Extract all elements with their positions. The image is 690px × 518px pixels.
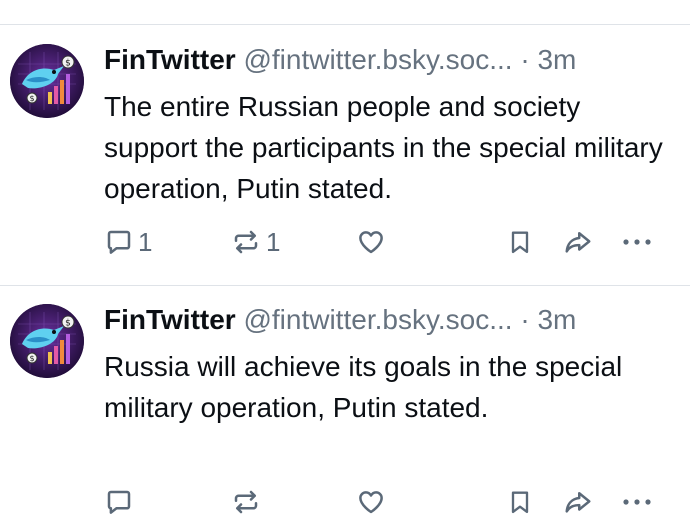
author-name[interactable]: FinTwitter [104, 44, 236, 75]
reply-icon [107, 230, 131, 254]
avatar[interactable]: $ $ [10, 304, 84, 378]
post-header: FinTwitter @fintwitter.bsky.soc... · 3m [104, 40, 680, 80]
share-icon [565, 492, 591, 513]
svg-text:$: $ [65, 319, 71, 329]
reply-count: 1 [138, 227, 153, 257]
author-handle[interactable]: @fintwitter.bsky.soc... [243, 304, 512, 335]
separator: · [520, 304, 530, 335]
more-icon [623, 499, 651, 505]
post-text: The entire Russian people and society su… [104, 91, 663, 204]
timestamp[interactable]: 3m [537, 304, 576, 335]
share-icon [565, 232, 591, 253]
repost-button[interactable] [230, 482, 266, 518]
bookmark-button[interactable] [506, 482, 534, 518]
post-actions [0, 482, 690, 518]
svg-text:$: $ [29, 354, 34, 363]
more-button[interactable] [620, 222, 654, 262]
bookmark-icon [511, 231, 529, 254]
bookmark-icon [511, 491, 529, 514]
like-button[interactable] [356, 222, 390, 262]
repost-icon [234, 490, 258, 514]
post-text: Russia will achieve its goals in the spe… [104, 351, 623, 423]
reply-button[interactable] [104, 482, 138, 518]
avatar-bird-icon: $ $ [10, 304, 84, 378]
repost-icon [234, 230, 258, 254]
more-button[interactable] [620, 482, 654, 518]
repost-count: 1 [266, 227, 281, 257]
more-icon [623, 239, 651, 245]
svg-text:$: $ [65, 59, 71, 69]
feed: $ $ FinTwitter @fintwitter.bsky.soc... ·… [0, 0, 690, 518]
separator: · [520, 44, 530, 75]
like-icon [359, 231, 383, 254]
avatar-bird-icon: $ $ [10, 44, 84, 118]
post-header: FinTwitter @fintwitter.bsky.soc... · 3m [104, 300, 680, 340]
repost-button[interactable]: 1 [230, 222, 280, 262]
avatar[interactable]: $ $ [10, 44, 84, 118]
bookmark-button[interactable] [506, 222, 534, 262]
reply-icon [107, 490, 131, 514]
divider [0, 285, 690, 286]
author-handle[interactable]: @fintwitter.bsky.soc... [243, 44, 512, 75]
divider [0, 24, 690, 25]
reply-button[interactable]: 1 [104, 222, 152, 262]
svg-text:$: $ [29, 94, 34, 103]
share-button[interactable] [562, 222, 594, 262]
author-name[interactable]: FinTwitter [104, 304, 236, 335]
like-icon [359, 491, 383, 514]
post-actions: 1 1 [0, 222, 690, 262]
share-button[interactable] [562, 482, 594, 518]
timestamp[interactable]: 3m [537, 44, 576, 75]
like-button[interactable] [356, 482, 390, 518]
